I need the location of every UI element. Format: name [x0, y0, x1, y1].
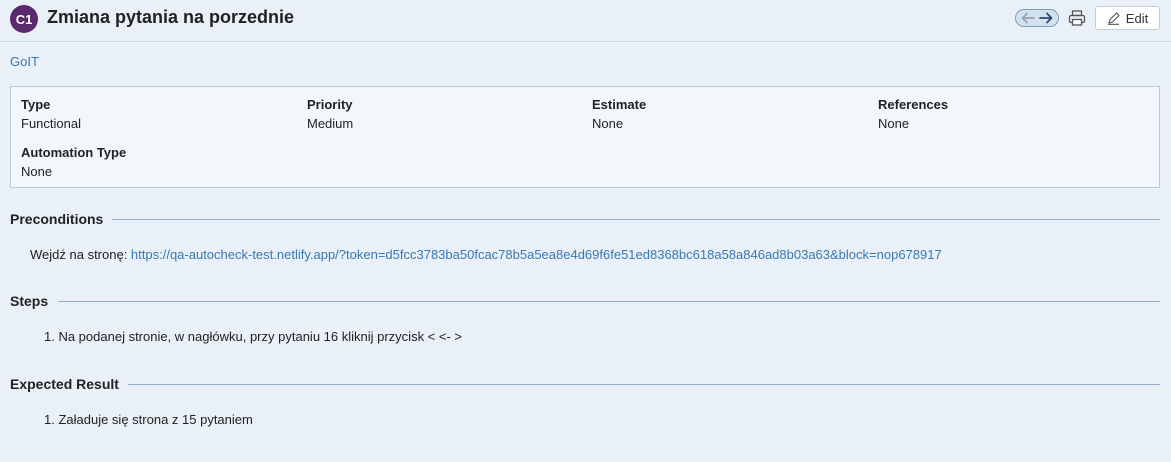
- navigation-pill: [1015, 9, 1059, 27]
- section-divider: [112, 219, 1160, 220]
- printer-icon[interactable]: [1068, 9, 1086, 27]
- preconditions-url-link[interactable]: https://qa-autocheck-test.netlify.app/?t…: [131, 247, 942, 262]
- preconditions-prefix: Wejdź na stronę:: [30, 247, 131, 262]
- edit-button-label: Edit: [1125, 10, 1149, 26]
- property-estimate: Estimate None: [592, 97, 646, 131]
- property-label: References: [878, 97, 949, 112]
- step-item: 1. Na podanej stronie, w nagłówku, przy …: [44, 329, 463, 344]
- property-priority: Priority Medium: [307, 97, 353, 131]
- property-label: Automation Type: [21, 145, 127, 160]
- property-label: Estimate: [592, 97, 647, 112]
- preconditions-text: Wejdź na stronę: https://qa-autocheck-te…: [30, 247, 942, 262]
- property-value: None: [878, 116, 910, 131]
- expected-result-title: Expected Result: [10, 376, 119, 392]
- property-label: Priority: [307, 97, 353, 112]
- section-divider: [128, 384, 1160, 385]
- property-automation-type: Automation Type None: [21, 145, 126, 179]
- section-divider: [58, 301, 1160, 302]
- property-value: Medium: [307, 116, 354, 131]
- property-value: Functional: [21, 116, 81, 131]
- edit-button[interactable]: Edit: [1095, 6, 1160, 30]
- property-value: None: [21, 164, 53, 179]
- property-references: References None: [878, 97, 948, 131]
- arrow-left-icon[interactable]: [1021, 12, 1035, 24]
- page-header: C1 Zmiana pytania na porzednie Edit: [0, 0, 1171, 42]
- preconditions-title: Preconditions: [10, 211, 104, 227]
- property-label: Type: [21, 97, 51, 112]
- pencil-icon: [1107, 11, 1120, 25]
- property-value: None: [592, 116, 624, 131]
- properties-panel: Type Functional Priority Medium Estimate…: [10, 86, 1160, 188]
- case-badge: C1: [10, 5, 38, 33]
- property-type: Type Functional: [21, 97, 81, 131]
- arrow-right-icon[interactable]: [1039, 12, 1053, 24]
- expected-result-item: 1. Załaduje się strona z 15 pytaniem: [44, 412, 253, 427]
- steps-title: Steps: [10, 293, 49, 309]
- page-title: Zmiana pytania na porzednie: [47, 7, 295, 27]
- project-link[interactable]: GoIT: [10, 54, 39, 69]
